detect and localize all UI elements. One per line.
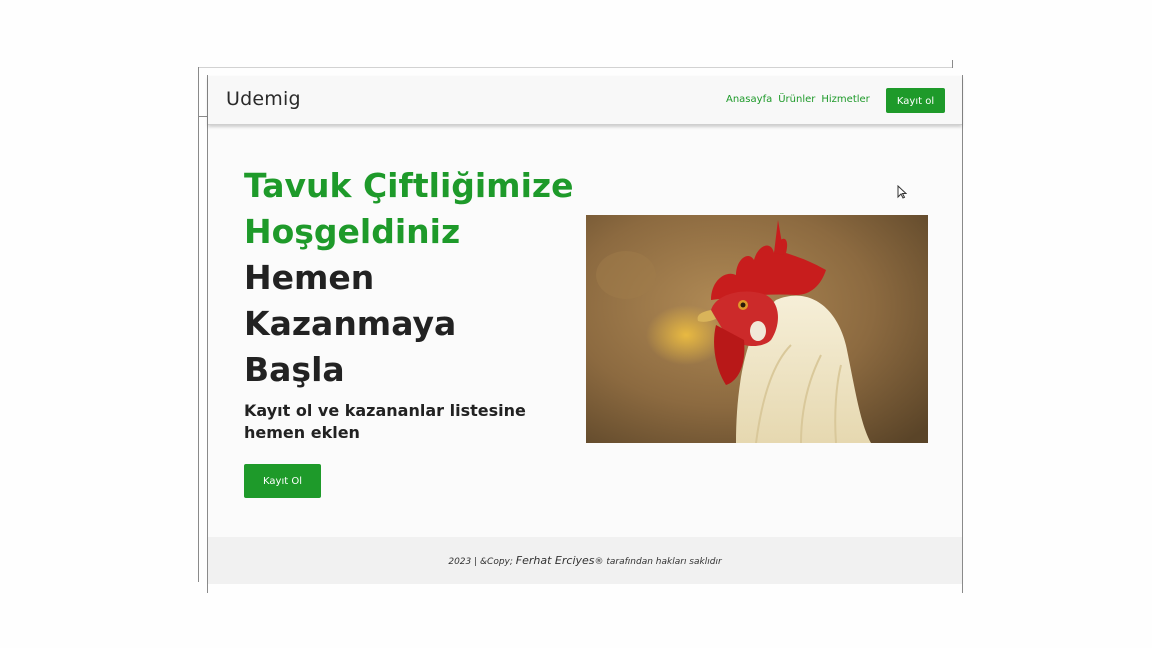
brand-logo[interactable]: Udemig (226, 88, 301, 110)
hero-title-line: Kazanmaya (244, 304, 457, 343)
screen: Udemig Anasayfa Ürünler Hizmetler Kayıt … (0, 0, 1152, 648)
hero-register-button[interactable]: Kayıt Ol (244, 464, 321, 498)
mouse-cursor-icon (897, 184, 908, 203)
hero-title-line: Hoşgeldiniz (244, 212, 461, 251)
window-border-tick (952, 60, 953, 68)
nav-link-urunler[interactable]: Ürünler (778, 94, 815, 105)
website: Udemig Anasayfa Ürünler Hizmetler Kayıt … (208, 76, 962, 584)
footer-copyright-suffix: ® tarafından hakları saklıdır (594, 557, 722, 567)
navbar: Udemig Anasayfa Ürünler Hizmetler Kayıt … (208, 76, 962, 125)
footer-copyright: 2023 | &Copy; Ferhat Erciyes® tarafından… (448, 554, 721, 567)
nav-link-hizmetler[interactable]: Hizmetler (821, 94, 869, 105)
nav-link-anasayfa[interactable]: Anasayfa (726, 94, 772, 105)
page-right-border (962, 75, 963, 593)
window-border-tick (198, 116, 208, 117)
footer-copyright-prefix: 2023 | &Copy; (448, 557, 513, 567)
hero-title-line: Başla (244, 350, 345, 389)
hero-title-line: Hemen (244, 258, 375, 297)
nav-links: Anasayfa Ürünler Hizmetler (726, 94, 870, 105)
nav-register-button[interactable]: Kayıt ol (886, 88, 945, 113)
hero-subtitle: Kayıt ol ve kazananlar listesine hemen e… (244, 401, 526, 442)
window-top-border (198, 67, 953, 68)
rooster-image (586, 215, 928, 443)
footer: 2023 | &Copy; Ferhat Erciyes® tarafından… (208, 537, 962, 584)
window-left-border (198, 67, 199, 582)
footer-author: Ferhat Erciyes (515, 554, 595, 567)
hero-title-line: Tavuk Çiftliğimize (244, 166, 574, 205)
hero-title: Tavuk Çiftliğimize Hoşgeldiniz Hemen Kaz… (244, 163, 604, 393)
